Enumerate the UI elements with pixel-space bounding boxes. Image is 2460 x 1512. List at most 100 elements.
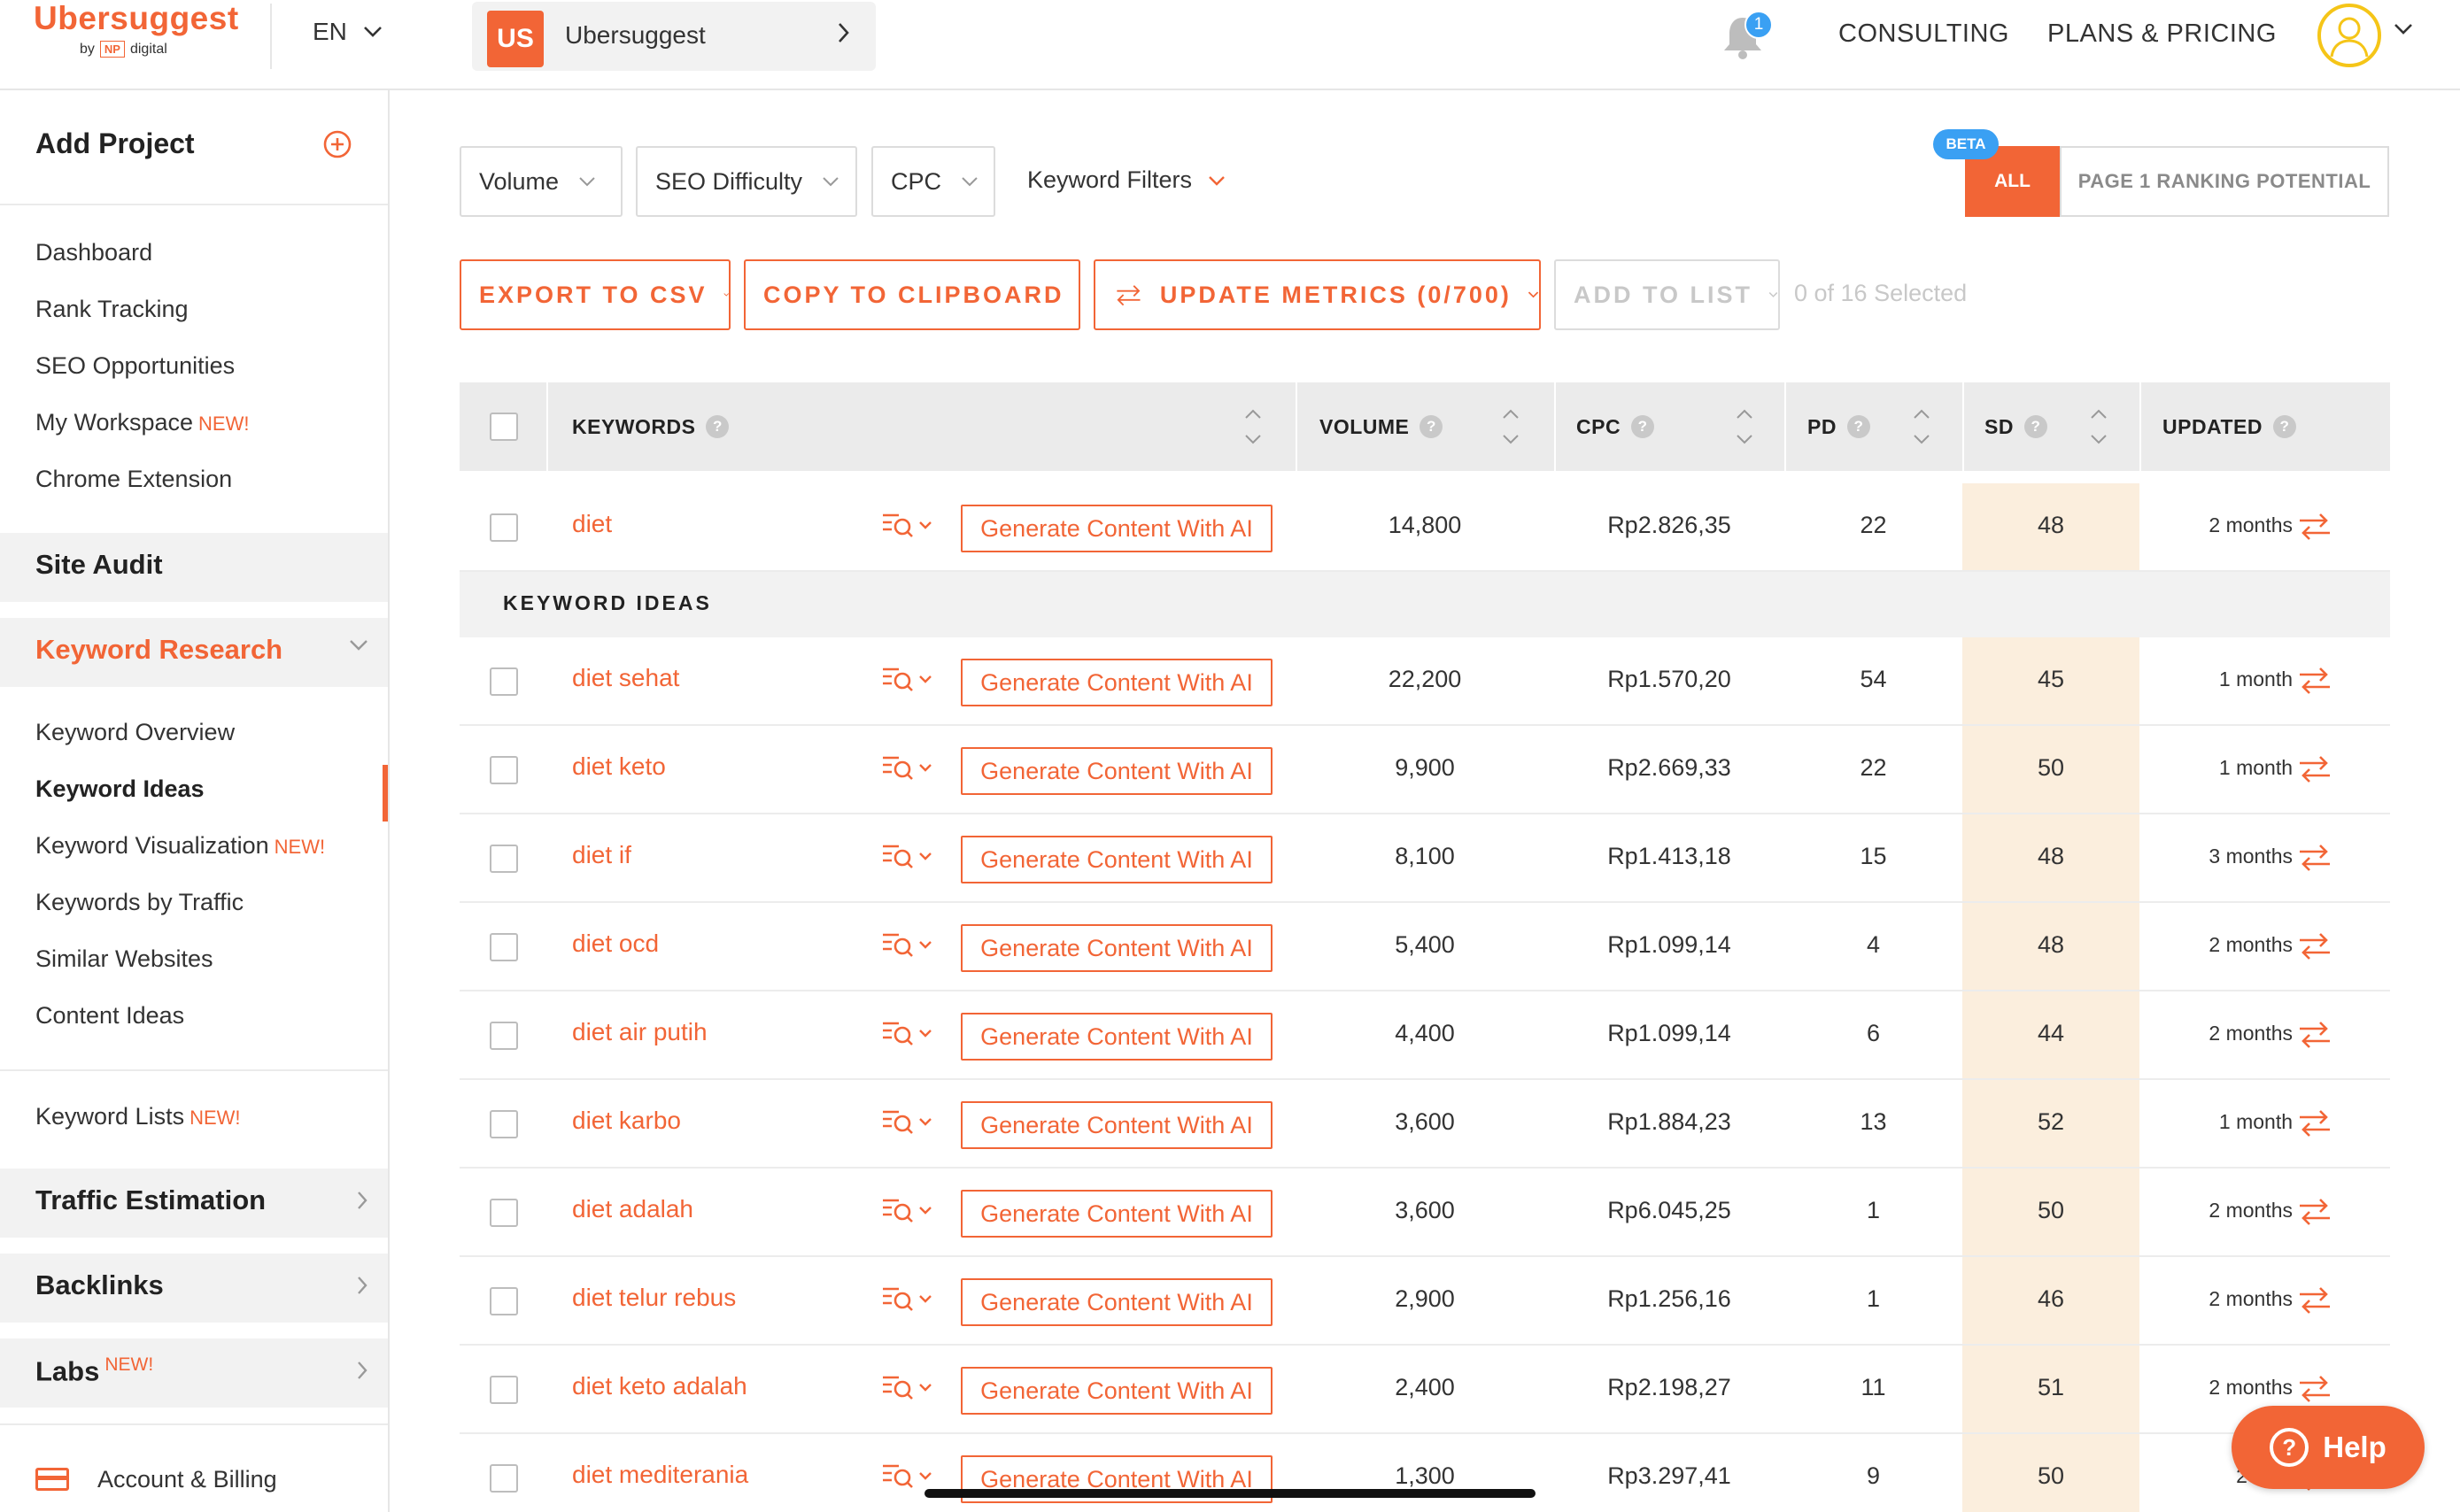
export-csv-button[interactable]: EXPORT TO CSV	[460, 259, 731, 330]
sort-arrows-icon[interactable]	[1501, 407, 1520, 446]
table-row[interactable]: diet if Generate Content With AI 8,100 Rp1.…	[460, 814, 2390, 903]
serp-search-icon[interactable]	[881, 1284, 936, 1314]
serp-search-icon[interactable]	[881, 1195, 936, 1225]
sidebar-section-labs[interactable]: Labs NEW!	[0, 1338, 388, 1408]
keyword-link[interactable]: diet ocd	[572, 930, 659, 958]
generate-content-button[interactable]: Generate Content With AI	[961, 747, 1273, 795]
table-row[interactable]: diet keto Generate Content With AI 9,900 Rp…	[460, 726, 2390, 814]
toggle-page1-ranking-potential[interactable]: PAGE 1 RANKING POTENTIAL	[2060, 146, 2389, 217]
header-sd[interactable]: SD?	[1984, 382, 2047, 471]
keyword-link[interactable]: diet telur rebus	[572, 1284, 736, 1312]
refresh-icon[interactable]	[2296, 930, 2333, 963]
help-button[interactable]: ? Help	[2232, 1406, 2425, 1489]
help-icon[interactable]: ?	[1420, 415, 1443, 438]
sidebar-item-account-billing[interactable]: Account & Billing	[97, 1466, 277, 1493]
sidebar-item-seo-opportunities[interactable]: SEO Opportunities	[35, 352, 235, 380]
sidebar-item-similar-websites[interactable]: Similar Websites	[35, 945, 213, 973]
refresh-icon[interactable]	[2296, 1018, 2333, 1052]
header-keywords[interactable]: KEYWORDS?	[572, 382, 730, 471]
table-row[interactable]: diet mediterania Generate Content With AI…	[460, 1434, 2390, 1512]
project-selector[interactable]: US Ubersuggest	[472, 2, 876, 71]
help-icon[interactable]: ?	[2023, 415, 2047, 438]
add-circle-icon[interactable]	[322, 129, 352, 159]
table-row[interactable]: diet keto adalah Generate Content With AI…	[460, 1346, 2390, 1434]
row-checkbox[interactable]	[490, 933, 518, 961]
table-row[interactable]: diet karbo Generate Content With AI 3,600 R…	[460, 1080, 2390, 1169]
serp-search-icon[interactable]	[881, 664, 936, 694]
generate-content-button[interactable]: Generate Content With AI	[961, 836, 1273, 883]
sidebar-section-traffic-estimation[interactable]: Traffic Estimation	[0, 1169, 388, 1238]
table-row[interactable]: diet ocd Generate Content With AI 5,400 Rp1…	[460, 903, 2390, 991]
sidebar-item-keyword-lists[interactable]: Keyword Lists NEW!	[35, 1103, 241, 1130]
refresh-icon[interactable]	[2296, 841, 2333, 875]
row-checkbox[interactable]	[490, 756, 518, 784]
scroll-indicator[interactable]	[924, 1489, 1536, 1498]
row-checkbox[interactable]	[490, 1199, 518, 1227]
serp-search-icon[interactable]	[881, 930, 936, 960]
volume-filter[interactable]: Volume	[460, 146, 623, 217]
sidebar-section-keyword-research[interactable]: Keyword Research	[0, 618, 388, 687]
keyword-link[interactable]: diet keto	[572, 752, 666, 781]
sidebar-section-backlinks[interactable]: Backlinks	[0, 1254, 388, 1323]
sidebar-item-keyword-visualization[interactable]: Keyword Visualization NEW!	[35, 832, 325, 860]
keyword-link[interactable]: diet karbo	[572, 1107, 681, 1135]
generate-content-button[interactable]: Generate Content With AI	[961, 1101, 1273, 1149]
help-icon[interactable]: ?	[1631, 415, 1655, 438]
sidebar-section-site-audit[interactable]: Site Audit	[0, 533, 388, 602]
refresh-icon[interactable]	[2296, 1195, 2333, 1229]
sort-arrows-icon[interactable]	[1243, 407, 1263, 446]
refresh-icon[interactable]	[2296, 510, 2333, 544]
row-checkbox[interactable]	[490, 1110, 518, 1138]
ubersuggest-logo[interactable]: Ubersuggest by NP digital	[34, 0, 239, 58]
sidebar-item-chrome-extension[interactable]: Chrome Extension	[35, 466, 232, 493]
header-updated[interactable]: UPDATED?	[2162, 382, 2296, 471]
table-row[interactable]: diet adalah Generate Content With AI 3,600…	[460, 1169, 2390, 1257]
keyword-link[interactable]: diet sehat	[572, 664, 679, 692]
generate-content-button[interactable]: Generate Content With AI	[961, 1278, 1273, 1326]
plans-pricing-link[interactable]: PLANS & PRICING	[2047, 19, 2277, 49]
sort-arrows-icon[interactable]	[1912, 407, 1931, 446]
refresh-icon[interactable]	[2296, 1284, 2333, 1317]
generate-content-button[interactable]: Generate Content With AI	[961, 924, 1273, 972]
serp-search-icon[interactable]	[881, 1461, 936, 1491]
row-checkbox[interactable]	[490, 1022, 518, 1050]
sidebar-item-my-workspace[interactable]: My Workspace NEW!	[35, 409, 250, 436]
help-icon[interactable]: ?	[1846, 415, 1870, 438]
sidebar-item-keywords-by-traffic[interactable]: Keywords by Traffic	[35, 889, 244, 916]
keyword-link[interactable]: diet mediterania	[572, 1461, 748, 1489]
table-row[interactable]: diet air putih Generate Content With AI 4,…	[460, 991, 2390, 1080]
add-project-label[interactable]: Add Project	[35, 127, 195, 160]
user-avatar[interactable]	[2317, 4, 2381, 67]
refresh-icon[interactable]	[2296, 752, 2333, 786]
generate-content-button[interactable]: Generate Content With AI	[961, 505, 1273, 552]
table-row[interactable]: diet sehat Generate Content With AI 22,200…	[460, 637, 2390, 726]
table-row[interactable]: diet telur rebus Generate Content With AI…	[460, 1257, 2390, 1346]
row-checkbox[interactable]	[490, 1464, 518, 1493]
select-all-checkbox[interactable]	[490, 413, 518, 441]
keyword-filters-dropdown[interactable]: Keyword Filters	[1027, 166, 1226, 194]
keyword-link[interactable]: diet keto adalah	[572, 1372, 747, 1400]
cpc-filter[interactable]: CPC	[871, 146, 995, 217]
generate-content-button[interactable]: Generate Content With AI	[961, 1013, 1273, 1061]
keyword-link[interactable]: diet	[572, 510, 612, 538]
serp-search-icon[interactable]	[881, 1018, 936, 1048]
chevron-down-icon[interactable]	[2394, 23, 2413, 35]
header-volume[interactable]: VOLUME?	[1319, 382, 1443, 471]
generate-content-button[interactable]: Generate Content With AI	[961, 1190, 1273, 1238]
header-cpc[interactable]: CPC?	[1576, 382, 1655, 471]
sidebar-item-content-ideas[interactable]: Content Ideas	[35, 1002, 184, 1030]
serp-search-icon[interactable]	[881, 841, 936, 871]
add-to-list-button[interactable]: ADD TO LIST	[1554, 259, 1780, 330]
sort-arrows-icon[interactable]	[1735, 407, 1754, 446]
consulting-link[interactable]: CONSULTING	[1838, 19, 2009, 49]
refresh-icon[interactable]	[2296, 1107, 2333, 1140]
serp-search-icon[interactable]	[881, 1107, 936, 1137]
update-metrics-button[interactable]: UPDATE METRICS (0/700)	[1094, 259, 1541, 330]
serp-search-icon[interactable]	[881, 1372, 936, 1402]
help-icon[interactable]: ?	[706, 415, 730, 438]
help-icon[interactable]: ?	[2272, 415, 2296, 438]
table-row-seed[interactable]: diet Generate Content With AI 14,800 Rp2…	[460, 483, 2390, 572]
refresh-icon[interactable]	[2296, 1372, 2333, 1406]
refresh-icon[interactable]	[2296, 664, 2333, 698]
row-checkbox[interactable]	[490, 845, 518, 873]
